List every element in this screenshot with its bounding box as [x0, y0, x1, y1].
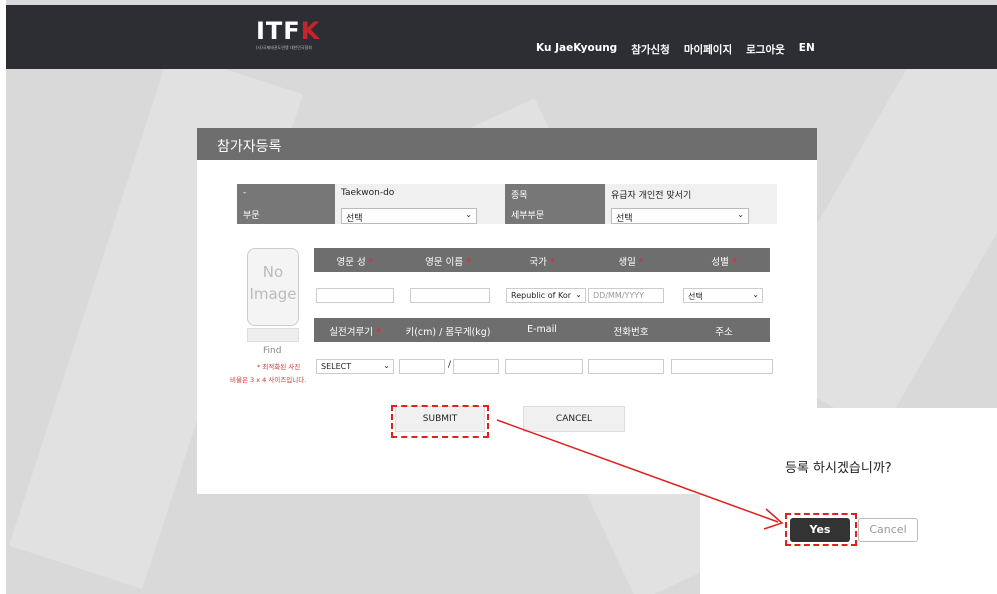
arrow-annotation	[496, 419, 784, 530]
